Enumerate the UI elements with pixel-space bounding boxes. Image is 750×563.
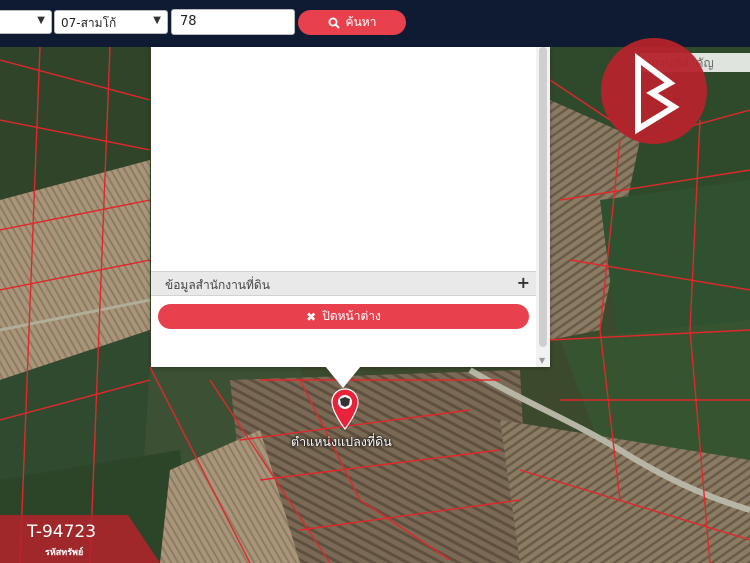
close-icon: ✖ <box>306 309 317 324</box>
popup-pointer <box>325 366 361 388</box>
property-code: T-94723 <box>27 522 97 542</box>
pin-label: ตำแหน่งแปลงที่ดิน <box>291 434 392 449</box>
district-select[interactable]: 07-สามโก้ ▼ <box>54 10 168 34</box>
district-select-value: 07-สามโก้ <box>61 16 117 30</box>
scroll-down-icon[interactable]: ▼ <box>539 356 545 365</box>
province-select[interactable]: ▼ <box>0 10 52 34</box>
parcel-number-input[interactable]: 78 <box>171 9 295 35</box>
land-office-info-label: ข้อมูลสำนักงานที่ดิน <box>165 278 270 292</box>
plus-icon: + <box>516 273 530 292</box>
search-button-label: ค้นหา <box>345 15 377 29</box>
brand-logo-icon <box>601 38 707 144</box>
search-icon <box>328 17 340 29</box>
location-pin-icon[interactable] <box>331 388 359 430</box>
scrollbar-thumb[interactable] <box>539 47 547 347</box>
chevron-down-icon: ▼ <box>37 15 45 26</box>
property-code-label: รหัสทรัพย์ <box>45 548 84 558</box>
property-code-badge: T-94723 รหัสทรัพย์ <box>0 515 160 563</box>
close-window-label: ปิดหน้าต่าง <box>322 309 381 323</box>
search-button[interactable]: ค้นหา <box>298 10 406 35</box>
close-window-button[interactable]: ✖ ปิดหน้าต่าง <box>158 304 529 329</box>
parcel-info-popup: ข้อมูลสำนักงานที่ดิน + ✖ ปิดหน้าต่าง ▼ <box>151 47 550 367</box>
land-office-info-toggle[interactable]: ข้อมูลสำนักงานที่ดิน + <box>151 271 536 296</box>
popup-scrollbar[interactable]: ▼ <box>536 47 550 367</box>
chevron-down-icon: ▼ <box>153 15 161 26</box>
